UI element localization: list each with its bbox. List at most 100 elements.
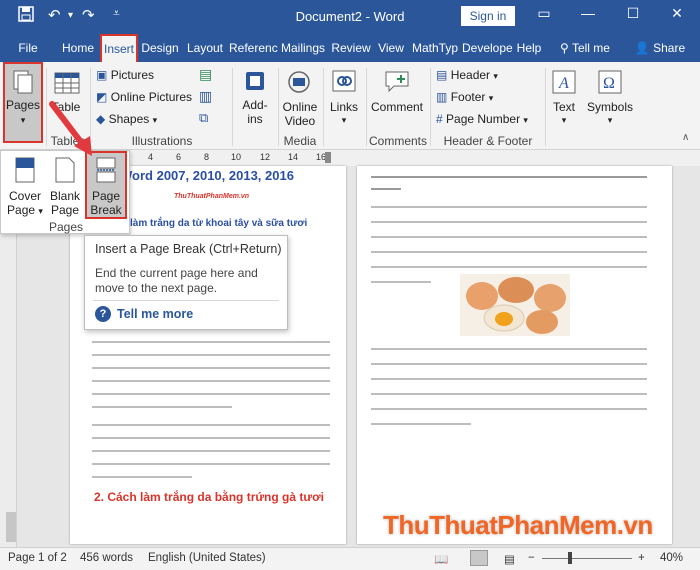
chart-icon[interactable]: ▥ [199, 88, 212, 105]
shapes-dropdown-icon: ▾ [152, 115, 158, 125]
text-line [92, 463, 330, 465]
blank-page-icon [55, 157, 75, 183]
tab-mathtype[interactable]: MathTyp [410, 34, 460, 62]
online-video-icon[interactable] [287, 70, 311, 94]
page-count[interactable]: Page 1 of 2 [8, 552, 67, 564]
tab-review[interactable]: Review [330, 34, 372, 62]
add-ins-icon[interactable] [244, 70, 266, 92]
tooltip-body-line-2: move to the next page. [95, 281, 218, 295]
maximize-button[interactable]: ☐ [623, 5, 643, 22]
zoom-slider-thumb[interactable] [568, 552, 572, 564]
add-ins-label-1[interactable]: Add- [234, 98, 276, 112]
smartart-icon[interactable]: ▤ [199, 66, 212, 83]
shapes-button[interactable]: ◆ Shapes ▾ [96, 112, 166, 127]
symbols-label[interactable]: Symbols [584, 100, 636, 114]
ribbon-display-options-icon[interactable]: ▭ [534, 5, 554, 22]
page-number-label: Page Number [446, 112, 521, 126]
watermark-text: ThuThuatPhanMem.vn [383, 510, 653, 540]
tab-home[interactable]: Home [58, 34, 98, 62]
text-line [92, 450, 330, 452]
ruler-tick: 4 [148, 152, 154, 162]
print-layout-icon[interactable] [470, 550, 488, 566]
text-icon[interactable]: A [552, 70, 576, 94]
tab-design[interactable]: Design [140, 34, 180, 62]
text-line [371, 393, 647, 395]
tab-layout[interactable]: Layout [183, 34, 227, 62]
blank-page-label-1[interactable]: Blank [45, 189, 85, 203]
divider [93, 300, 279, 301]
pages-highlight [3, 62, 43, 143]
text-line [92, 367, 330, 369]
group-header-footer-label: Header & Footer [443, 134, 533, 148]
right-indent-marker[interactable] [325, 152, 331, 163]
online-video-label-1[interactable]: Online [278, 100, 322, 114]
tab-help[interactable]: Help [514, 34, 544, 62]
text-line [371, 281, 431, 283]
group-comments-label: Comments [368, 134, 427, 148]
screenshot-icon[interactable]: ⧉ [199, 110, 208, 126]
document-page-2[interactable] [357, 166, 672, 544]
tab-developer[interactable]: Develope [462, 34, 513, 62]
online-video-label-2[interactable]: Video [278, 114, 322, 128]
text-line [92, 341, 330, 343]
tell-me-box[interactable]: ⚲ Tell me [552, 34, 618, 62]
language[interactable]: English (United States) [148, 552, 266, 564]
tab-file[interactable]: File [12, 34, 44, 62]
text-label[interactable]: Text [544, 100, 584, 114]
vertical-scroll-thumb[interactable] [6, 512, 16, 542]
header-icon: ▤ [436, 68, 448, 82]
page-number-icon: # [436, 112, 443, 126]
text-line [371, 236, 647, 238]
web-layout-icon[interactable]: ▤ [504, 552, 515, 566]
read-mode-icon[interactable]: 📖 [434, 552, 448, 566]
footer-button[interactable]: ▥ Footer ▾ [436, 90, 526, 105]
page-number-button[interactable]: # Page Number ▾ [436, 112, 546, 127]
text-line [92, 380, 330, 382]
eggs-image[interactable] [460, 274, 570, 336]
tab-references[interactable]: Referenc [229, 34, 278, 62]
table-icon[interactable] [54, 72, 80, 94]
text-line [92, 424, 330, 426]
word-count[interactable]: 456 words [80, 552, 133, 564]
zoom-in-button[interactable]: + [638, 552, 645, 564]
symbols-dropdown-icon[interactable]: ▾ [584, 113, 636, 127]
links-label[interactable]: Links [324, 100, 364, 114]
links-dropdown-icon[interactable]: ▾ [324, 113, 364, 127]
share-button[interactable]: 👤 Share [630, 34, 690, 62]
watermark-small: ThuThuatPhanMem.vn [174, 193, 250, 200]
pictures-button[interactable]: ▣ Pictures [96, 68, 166, 82]
text-line [371, 266, 647, 268]
ruler-tick: 8 [204, 152, 210, 162]
header-button[interactable]: ▤ Header ▾ [436, 68, 526, 83]
collapse-ribbon-icon[interactable]: ∧ [682, 132, 689, 143]
online-pictures-button[interactable]: ◩ Online Pictures [96, 90, 206, 104]
svg-text:A: A [558, 75, 569, 92]
blank-page-label-2[interactable]: Page [45, 203, 85, 217]
status-bar: Page 1 of 2 456 words English (United St… [0, 547, 700, 570]
tab-mailings[interactable]: Mailings [279, 34, 327, 62]
close-button[interactable]: ✕ [667, 5, 687, 22]
footer-icon: ▥ [436, 90, 448, 104]
header-label: Header [450, 68, 491, 82]
tab-insert[interactable]: Insert [100, 34, 138, 62]
sign-in-button[interactable]: Sign in [461, 6, 515, 26]
comment-label[interactable]: Comment [366, 100, 428, 114]
zoom-out-button[interactable]: − [528, 552, 535, 564]
tell-me-label: Tell me [571, 41, 610, 55]
text-line [371, 176, 647, 178]
links-icon[interactable] [332, 70, 356, 92]
text-line [92, 476, 192, 478]
cover-page-label-1[interactable]: Cover [3, 189, 47, 203]
add-ins-label-2[interactable]: ins [234, 112, 276, 126]
comment-icon[interactable] [384, 70, 410, 94]
text-dropdown-icon[interactable]: ▾ [544, 113, 584, 127]
minimize-button[interactable]: — [578, 5, 598, 21]
tell-me-more-link[interactable]: Tell me more [117, 307, 193, 321]
cover-page-button[interactable]: Page ▾ [3, 203, 47, 218]
tab-view[interactable]: View [374, 34, 408, 62]
zoom-level[interactable]: 40% [660, 552, 683, 564]
cover-page-label-2: Page [7, 203, 36, 217]
symbols-icon[interactable]: Ω [598, 70, 622, 94]
zoom-slider[interactable] [542, 558, 632, 559]
text-line [371, 363, 647, 365]
